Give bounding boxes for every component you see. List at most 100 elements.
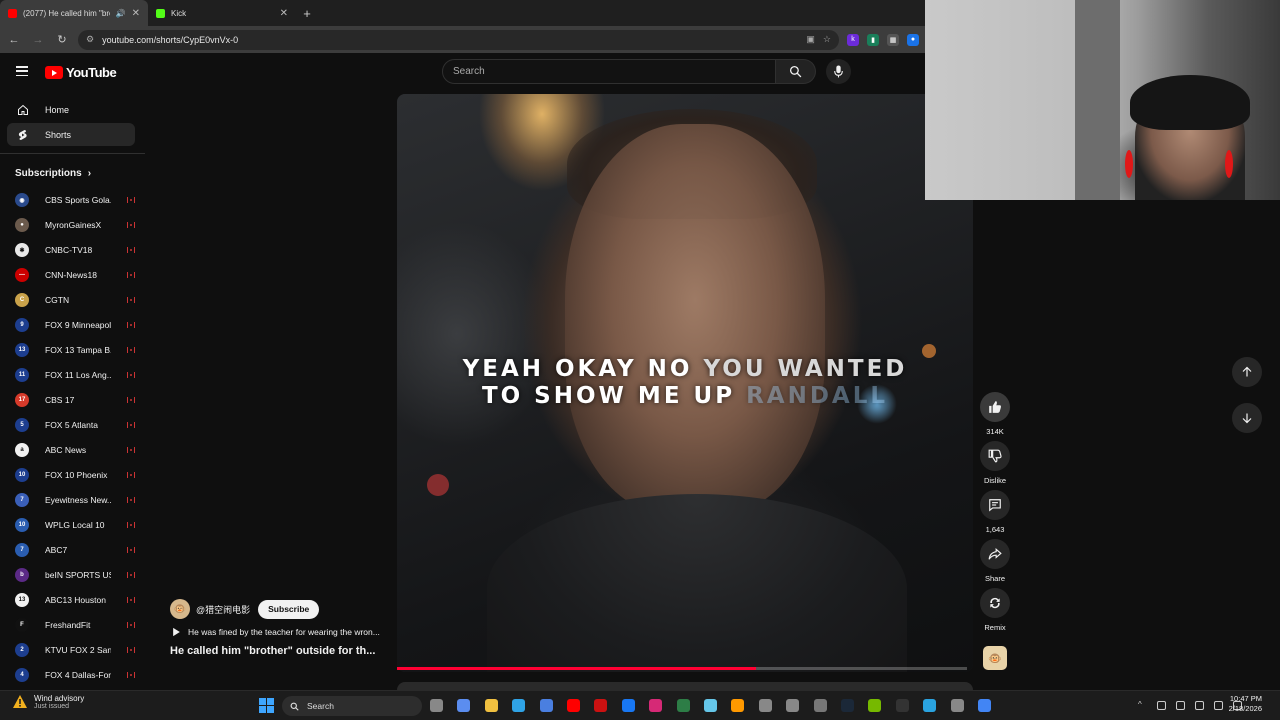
sound-avatar[interactable]: 🐵 — [983, 646, 1007, 670]
remix-button[interactable] — [980, 588, 1010, 618]
file-explorer-icon[interactable] — [484, 699, 498, 712]
weather-widget[interactable]: Wind advisory Just issued — [12, 694, 84, 710]
youtube-logo[interactable]: YouTube — [45, 65, 117, 80]
speaker-icon[interactable]: 🔊 — [116, 9, 126, 18]
subscription-item[interactable]: 4 FOX 4 Dallas-For... — [15, 665, 135, 685]
app-icon[interactable] — [758, 699, 772, 712]
youtube-app-icon[interactable] — [567, 699, 580, 712]
settings-icon[interactable] — [950, 699, 964, 712]
channel-avatar: F — [15, 618, 29, 632]
dislike-button[interactable] — [980, 441, 1010, 471]
subscription-item[interactable]: 10 FOX 10 Phoenix — [15, 465, 135, 485]
app-icon[interactable] — [813, 699, 827, 712]
app-icon[interactable] — [786, 699, 800, 712]
tv-icon[interactable] — [676, 699, 690, 712]
epic-games-icon[interactable] — [895, 699, 909, 712]
subscription-item[interactable]: 13 ABC13 Houston — [15, 590, 135, 610]
extension-blue-icon[interactable]: ● — [907, 33, 919, 46]
channel-avatar: 5 — [15, 418, 29, 432]
subscription-name: ABC7 — [45, 545, 68, 555]
back-icon[interactable]: ← — [6, 34, 22, 46]
forward-icon[interactable]: → — [30, 34, 46, 46]
install-app-icon[interactable]: ▣ — [806, 34, 815, 45]
live-indicator-icon — [127, 447, 135, 453]
microphone-tray-icon[interactable] — [1176, 701, 1185, 710]
extension-puzzle-icon[interactable]: ▦ — [887, 33, 899, 46]
live-indicator-icon — [127, 272, 135, 278]
close-tab-icon[interactable]: ✕ — [132, 8, 140, 19]
next-short-button[interactable] — [1232, 403, 1262, 433]
subscription-item[interactable]: 7 ABC7 — [15, 540, 135, 560]
new-tab-button[interactable]: + — [296, 0, 318, 26]
network-icon[interactable] — [1157, 701, 1166, 710]
share-button[interactable] — [980, 539, 1010, 569]
nvidia-icon[interactable] — [868, 699, 882, 712]
short-title[interactable]: He called him "brother" outside for th..… — [170, 645, 375, 657]
close-tab-icon[interactable]: ✕ — [280, 8, 288, 19]
subscription-item[interactable]: 7 Eyewitness New... — [15, 490, 135, 510]
subscription-item[interactable]: ◉ CBS Sports Gola... — [15, 190, 135, 210]
reload-icon[interactable]: ↻ — [54, 33, 70, 46]
tab-youtube[interactable]: (2077) He called him "broth 🔊 ✕ — [0, 0, 148, 26]
display-icon[interactable] — [1195, 701, 1204, 710]
taskbar-search[interactable]: Search — [282, 696, 422, 716]
sidebar-item-shorts[interactable]: Shorts — [7, 123, 135, 146]
start-button[interactable] — [259, 698, 274, 713]
wifi-icon[interactable] — [1214, 701, 1223, 710]
search-input[interactable]: Search — [442, 59, 776, 84]
subscription-item[interactable]: 10 WPLG Local 10 — [15, 515, 135, 535]
channel-avatar[interactable]: 🐵 — [170, 599, 190, 619]
store-icon[interactable] — [539, 699, 553, 712]
chevron-right-icon: › — [87, 168, 92, 179]
subscription-item[interactable]: ✱ CNBC-TV18 — [15, 240, 135, 260]
clock[interactable]: 10:47 PM 2/18/2026 — [1229, 694, 1262, 714]
app-icon[interactable] — [704, 699, 717, 712]
channel-avatar: 9 — [15, 318, 29, 332]
telegram-icon[interactable] — [923, 699, 937, 712]
video-progress-bar[interactable] — [397, 667, 967, 670]
channel-handle[interactable]: @猎空闹电影 — [196, 603, 250, 616]
extension-counter-icon[interactable]: ▮ — [867, 33, 879, 46]
like-button[interactable] — [980, 392, 1010, 422]
subscription-item[interactable]: ● MyronGainesX — [15, 215, 135, 235]
subscription-item[interactable]: a ABC News — [15, 440, 135, 460]
menu-icon[interactable] — [16, 66, 28, 76]
sidebar-item-home[interactable]: Home — [7, 98, 135, 121]
tab-kick[interactable]: Kick ✕ — [148, 0, 296, 26]
subscription-item[interactable]: C CGTN — [15, 290, 135, 310]
subscriptions-heading[interactable]: Subscriptions › — [15, 168, 91, 179]
chrome-icon[interactable] — [978, 699, 991, 712]
copilot-icon[interactable] — [457, 699, 471, 712]
subscription-item[interactable]: — CNN-News18 — [15, 265, 135, 285]
site-info-icon[interactable]: ⚙ — [86, 34, 94, 45]
subscribe-button[interactable]: Subscribe — [258, 599, 320, 619]
subscription-item[interactable]: b beIN SPORTS USA — [15, 565, 135, 585]
subscription-item[interactable]: 2 KTVU FOX 2 San... — [15, 640, 135, 660]
subscription-item[interactable]: 13 FOX 13 Tampa B... — [15, 340, 135, 360]
subscription-item[interactable]: F FreshandFit — [15, 615, 135, 635]
voice-search-button[interactable] — [826, 59, 851, 84]
subscription-item[interactable]: 5 FOX 5 Atlanta — [15, 415, 135, 435]
comments-button[interactable] — [980, 490, 1010, 520]
subscription-item[interactable]: 11 FOX 11 Los Ang... — [15, 365, 135, 385]
subscription-item[interactable]: 17 CBS 17 — [15, 390, 135, 410]
instagram-icon[interactable] — [649, 699, 663, 712]
address-bar[interactable]: ⚙ youtube.com/shorts/CypE0vnVx-0 ▣ ☆ — [78, 29, 839, 50]
previous-short-button[interactable] — [1232, 357, 1262, 387]
video-caption: YEAH OKAY NO YOU WANTED TO SHOW ME UP RA… — [397, 356, 973, 410]
short-video-player[interactable]: YEAH OKAY NO YOU WANTED TO SHOW ME UP RA… — [397, 94, 973, 672]
headphone-icon — [1125, 150, 1133, 178]
amazon-icon[interactable] — [731, 699, 745, 712]
short-description[interactable]: He was fined by the teacher for wearing … — [172, 627, 380, 637]
facebook-icon[interactable] — [621, 699, 635, 712]
subscription-name: ABC13 Houston — [45, 595, 106, 605]
task-view-icon[interactable] — [430, 699, 443, 712]
subscription-item[interactable]: 9 FOX 9 Minneapol... — [15, 315, 135, 335]
netflix-icon[interactable] — [594, 699, 608, 712]
extension-k-icon[interactable]: k — [847, 33, 859, 46]
tray-chevron-icon[interactable]: ^ — [1138, 701, 1147, 710]
steam-icon[interactable] — [841, 699, 854, 712]
edge-icon[interactable] — [512, 699, 526, 712]
search-button[interactable] — [776, 59, 816, 84]
bookmark-star-icon[interactable]: ☆ — [823, 34, 831, 45]
